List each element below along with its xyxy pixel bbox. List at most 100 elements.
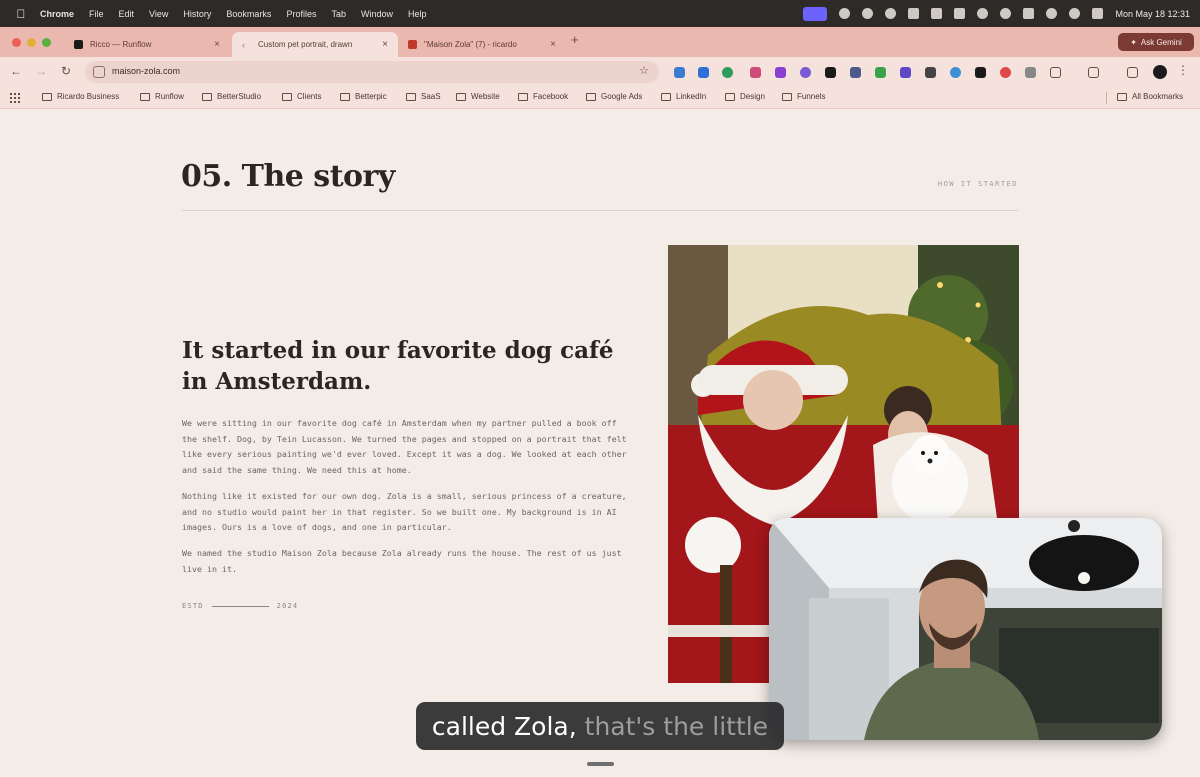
extension-icon[interactable] <box>875 67 886 78</box>
menu-window[interactable]: Window <box>361 9 393 19</box>
extension-icon[interactable] <box>674 67 685 78</box>
tray-update-icon[interactable] <box>885 8 897 19</box>
scroll-handle[interactable] <box>587 762 614 766</box>
extension-icon[interactable] <box>975 67 986 78</box>
reload-button[interactable]: ↻ <box>58 63 74 79</box>
focus-moon-icon[interactable] <box>1000 8 1012 19</box>
bookmark-folder[interactable]: Clients <box>282 92 321 101</box>
tray-text-icon[interactable] <box>954 8 966 19</box>
menu-file[interactable]: File <box>89 9 104 19</box>
extension-icon[interactable] <box>900 67 911 78</box>
tray-globe-icon[interactable] <box>862 8 874 19</box>
folder-icon <box>406 92 416 101</box>
extension-icon[interactable] <box>825 67 836 78</box>
menubar-clock[interactable]: Mon May 18 12:31 <box>1115 9 1190 19</box>
battery-icon[interactable] <box>1023 8 1035 19</box>
close-window-button[interactable] <box>12 38 21 47</box>
minimize-window-button[interactable] <box>27 38 36 47</box>
bookmark-folder[interactable]: LinkedIn <box>661 92 706 101</box>
extensions-puzzle-icon[interactable] <box>1050 67 1061 78</box>
new-tab-button[interactable]: + <box>571 32 579 47</box>
extension-icon[interactable] <box>698 67 709 78</box>
extension-icon[interactable] <box>800 67 811 78</box>
side-panel-icon[interactable] <box>1088 67 1099 78</box>
close-tab-icon[interactable]: × <box>378 39 392 50</box>
bookmark-label: Clients <box>297 92 322 101</box>
bookmark-folder[interactable]: Facebook <box>518 92 568 101</box>
spotlight-search-icon[interactable] <box>1069 8 1081 19</box>
extension-icon[interactable] <box>775 67 786 78</box>
menu-app-name[interactable]: Chrome <box>40 9 74 19</box>
bookmark-folder[interactable]: Design <box>725 92 765 101</box>
folder-icon <box>586 92 596 101</box>
forward-button[interactable]: → <box>33 63 49 79</box>
downloads-icon[interactable] <box>1127 67 1138 78</box>
close-tab-icon[interactable]: × <box>210 39 224 50</box>
menu-profiles[interactable]: Profiles <box>286 9 316 19</box>
apps-grid-icon[interactable] <box>10 93 20 103</box>
established-line: ESTD 2024 <box>182 602 298 610</box>
folder-icon <box>782 92 792 101</box>
ask-gemini-button[interactable]: ✦ Ask Gemini <box>1118 33 1194 51</box>
back-button[interactable]: ← <box>8 63 24 79</box>
extension-icon[interactable] <box>1000 67 1011 78</box>
gmail-favicon-icon <box>408 40 417 49</box>
menu-help[interactable]: Help <box>408 9 427 19</box>
extension-icon[interactable] <box>722 67 733 78</box>
menu-edit[interactable]: Edit <box>119 9 135 19</box>
bookmark-folder[interactable]: Funnels <box>782 92 825 101</box>
close-tab-icon[interactable]: × <box>546 39 560 50</box>
folder-icon <box>456 92 466 101</box>
webcam-overlay[interactable] <box>769 518 1162 740</box>
folder-icon <box>140 92 150 101</box>
bookmark-label: Funnels <box>797 92 826 101</box>
bookmark-folder[interactable]: Ricardo Business <box>42 92 119 101</box>
extension-icon[interactable] <box>950 67 961 78</box>
tab-runflow[interactable]: Ricco — Runflow × <box>64 32 230 57</box>
tray-app-icon[interactable] <box>839 8 851 19</box>
tray-window-icon[interactable] <box>931 8 943 19</box>
bookmark-star-icon[interactable]: ☆ <box>639 64 649 77</box>
menu-tab[interactable]: Tab <box>331 9 346 19</box>
gemini-sparkle-icon: ✦ <box>1130 37 1137 47</box>
runflow-favicon-icon <box>74 40 83 49</box>
bookmark-folder[interactable]: Runflow <box>140 92 184 101</box>
bookmark-folder[interactable]: Google Ads <box>586 92 642 101</box>
estd-rule <box>211 605 269 607</box>
site-info-icon[interactable] <box>93 66 105 78</box>
extension-icon[interactable] <box>750 67 761 78</box>
extension-icon[interactable] <box>925 67 936 78</box>
tray-sync-icon[interactable] <box>977 8 989 19</box>
wifi-icon[interactable] <box>1046 8 1058 19</box>
webcam-feed-illustration <box>769 518 1162 740</box>
apple-icon[interactable]:  <box>14 7 28 21</box>
folder-icon <box>1117 92 1127 101</box>
control-center-icon[interactable] <box>1092 8 1104 19</box>
story-paragraph: Nothing like it existed for our own dog.… <box>182 491 627 532</box>
menu-bookmarks[interactable]: Bookmarks <box>226 9 271 19</box>
tray-clipboard-icon[interactable] <box>908 8 920 19</box>
menu-view[interactable]: View <box>149 9 168 19</box>
all-bookmarks-folder[interactable]: All Bookmarks <box>1117 92 1183 101</box>
bookmark-folder[interactable]: BetterStudio <box>202 92 261 101</box>
url-text[interactable]: maison-zola.com <box>112 66 180 76</box>
bookmark-folder[interactable]: Betterpic <box>340 92 387 101</box>
estd-label: ESTD <box>182 602 204 610</box>
folder-icon <box>282 92 292 101</box>
profile-avatar[interactable] <box>1153 65 1167 79</box>
tab-maison-zola[interactable]: ‹ Custom pet portrait, drawn × <box>232 32 398 57</box>
extension-icon[interactable] <box>1025 67 1036 78</box>
screen-recording-icon[interactable] <box>803 6 828 21</box>
menu-history[interactable]: History <box>183 9 211 19</box>
chrome-menu-icon[interactable]: ⋮ <box>1177 63 1189 77</box>
ask-gemini-label: Ask Gemini <box>1140 37 1182 47</box>
bookmark-label: SaaS <box>421 92 441 101</box>
zoom-window-button[interactable] <box>42 38 51 47</box>
extension-icon[interactable] <box>850 67 861 78</box>
tab-gmail[interactable]: "Maison Zola" (7) - ricardo × <box>398 32 566 57</box>
bookmark-folder[interactable]: SaaS <box>406 92 441 101</box>
section-kicker: HOW IT STARTED <box>938 180 1019 188</box>
bookmark-label: LinkedIn <box>676 92 707 101</box>
section-divider <box>182 210 1018 211</box>
bookmark-folder[interactable]: Website <box>456 92 500 101</box>
